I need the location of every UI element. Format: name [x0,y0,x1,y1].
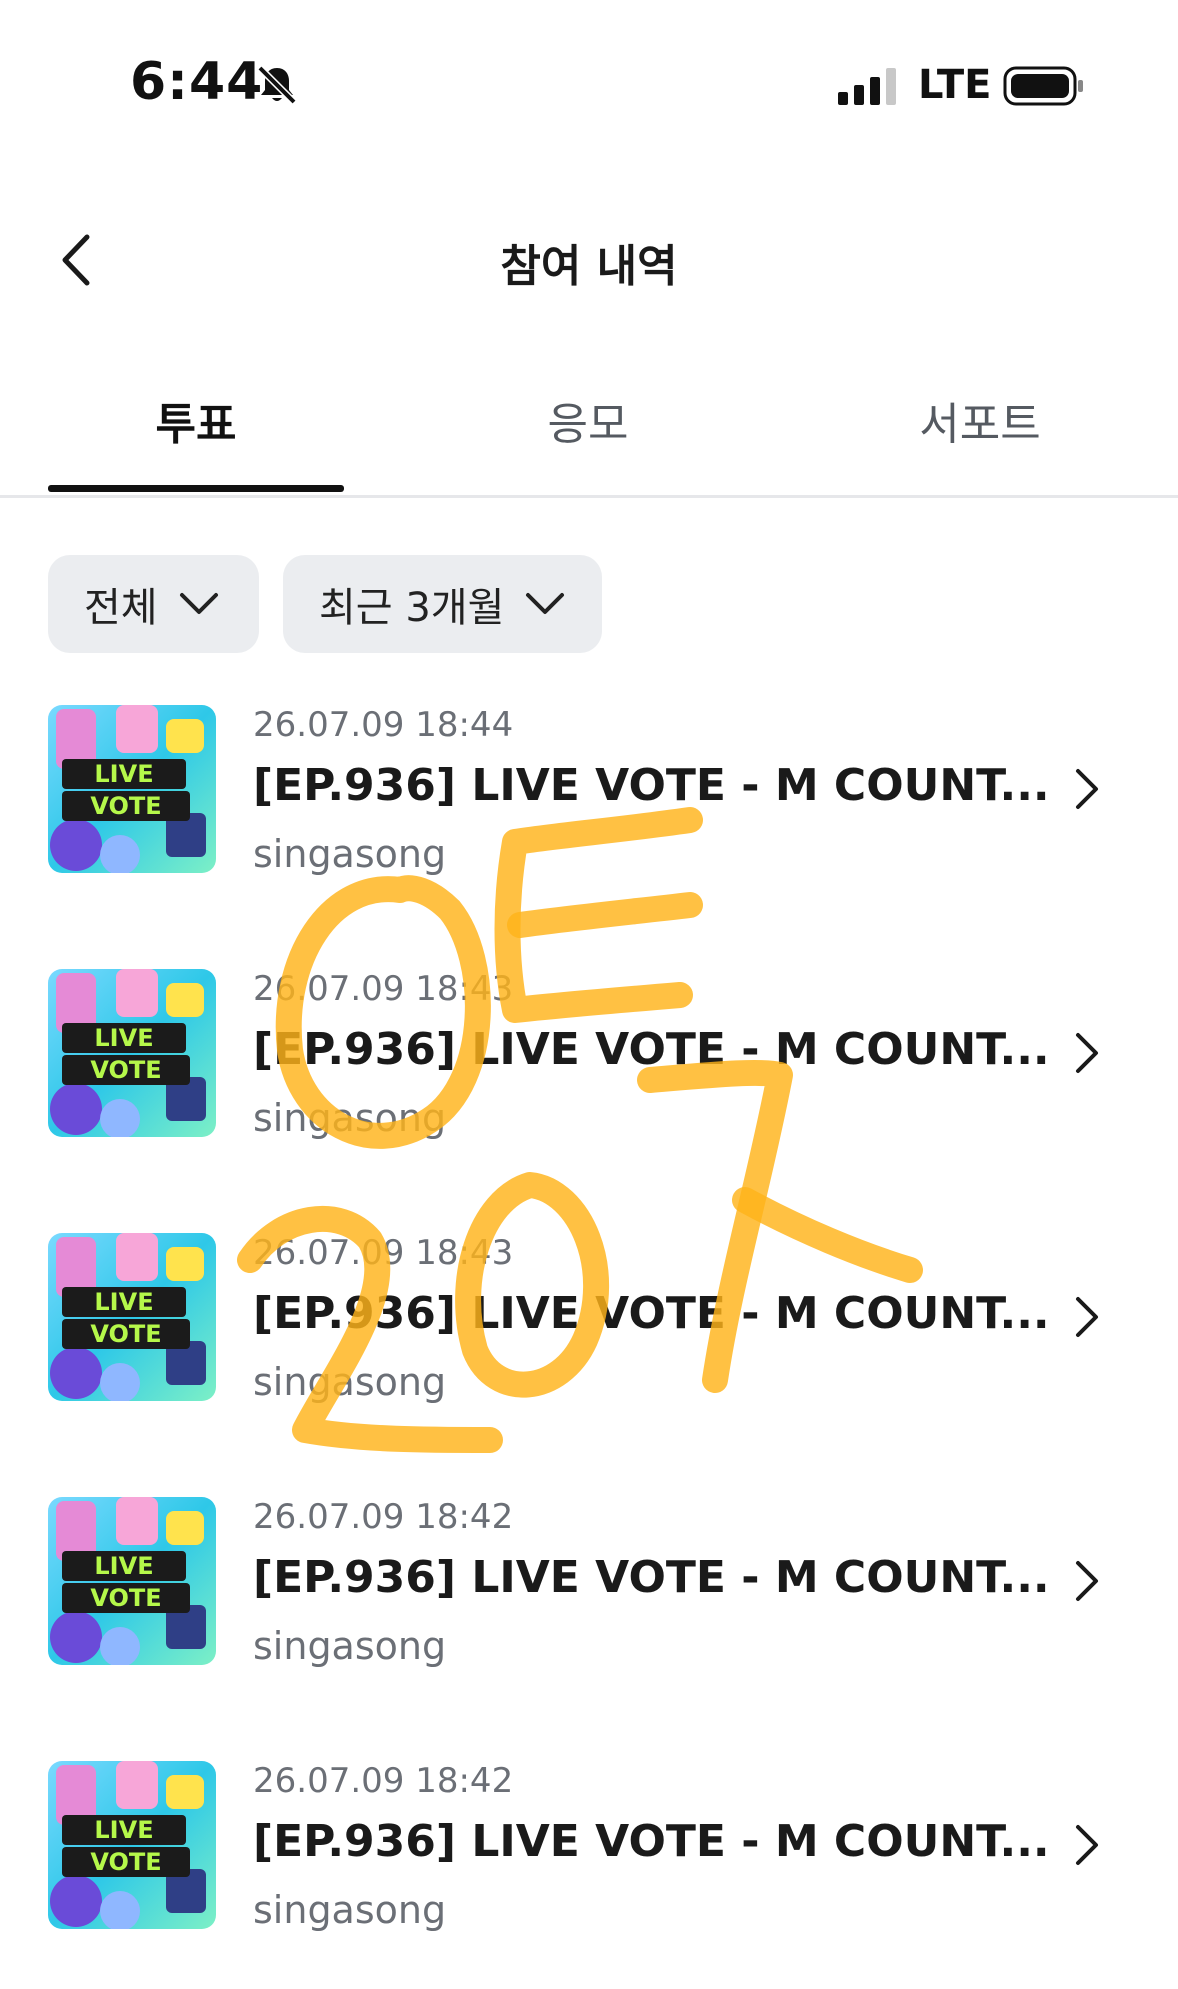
thumb-line1: LIVE [94,1024,153,1052]
thumb-line1: LIVE [94,1288,153,1316]
item-date: 26.07.09 18:42 [253,1761,514,1801]
category-filter-label: 전체 [84,585,158,631]
thumb-line2: VOTE [90,792,161,820]
item-artist: singasong [253,1360,447,1404]
thumb-line2: VOTE [90,1848,161,1876]
item-title: [EP.936] LIVE VOTE - M COUNT... [253,760,1050,811]
battery-icon [1003,66,1083,106]
live-vote-thumbnail: LIVE VOTE [48,1233,216,1401]
item-date: 26.07.09 18:43 [253,1233,514,1273]
chevron-down-icon [526,593,565,614]
chevron-down-icon [179,593,218,614]
chevron-right-icon [1076,1297,1098,1337]
tab-support[interactable]: 서포트 [784,388,1176,452]
period-filter-label: 최근 3개월 [319,585,505,631]
item-artist: singasong [253,832,447,876]
list-item[interactable]: LIVE VOTE 26.07.09 18:42 [EP.936] LIVE V… [0,1497,1178,1697]
item-artist: singasong [253,1096,447,1140]
item-title: [EP.936] LIVE VOTE - M COUNT... [253,1288,1050,1339]
list-item[interactable]: LIVE VOTE 26.07.09 18:43 [EP.936] LIVE V… [0,1233,1178,1433]
status-bar: 6:44 LTE [0,0,1178,175]
list-item[interactable]: LIVE VOTE 26.07.09 18:43 [EP.936] LIVE V… [0,969,1178,1169]
thumb-line1: LIVE [94,1552,153,1580]
live-vote-thumbnail: LIVE VOTE [48,1497,216,1665]
chevron-right-icon [1076,769,1098,809]
item-artist: singasong [253,1624,447,1668]
network-type: LTE [918,62,992,108]
thumb-line2: VOTE [90,1056,161,1084]
cellular-signal-icon [838,68,896,105]
item-artist: singasong [253,1888,447,1932]
chevron-right-icon [1076,1033,1098,1073]
item-title: [EP.936] LIVE VOTE - M COUNT... [253,1024,1050,1075]
page-title: 참여 내역 [500,241,678,292]
item-date: 26.07.09 18:44 [253,705,514,745]
tab-vote[interactable]: 투표 [0,388,392,452]
item-title: [EP.936] LIVE VOTE - M COUNT... [253,1552,1050,1603]
live-vote-thumbnail: LIVE VOTE [48,1761,216,1929]
thumb-line1: LIVE [94,1816,153,1844]
item-date: 26.07.09 18:42 [253,1497,514,1537]
item-date: 26.07.09 18:43 [253,969,514,1009]
app-header: 참여 내역 [0,210,1178,310]
bell-muted-icon [257,65,297,105]
tab-entry[interactable]: 응모 [392,388,784,452]
item-title: [EP.936] LIVE VOTE - M COUNT... [253,1816,1050,1867]
thumb-line2: VOTE [90,1584,161,1612]
list-item[interactable]: LIVE VOTE 26.07.09 18:42 [EP.936] LIVE V… [0,1761,1178,1961]
chevron-right-icon [1076,1561,1098,1601]
period-filter-dropdown[interactable]: 최근 3개월 [283,555,602,653]
chevron-right-icon [1076,1825,1098,1865]
category-filter-dropdown[interactable]: 전체 [48,555,259,653]
thumb-line1: LIVE [94,760,153,788]
list-item[interactable]: LIVE VOTE 26.07.09 18:44 [EP.936] LIVE V… [0,705,1178,905]
status-time: 6:44 [130,52,264,112]
live-vote-thumbnail: LIVE VOTE [48,969,216,1137]
thumb-line2: VOTE [90,1320,161,1348]
tab-bar: 투표 응모 서포트 [0,370,1178,498]
live-vote-thumbnail: LIVE VOTE [48,705,216,873]
active-tab-indicator [48,485,344,492]
